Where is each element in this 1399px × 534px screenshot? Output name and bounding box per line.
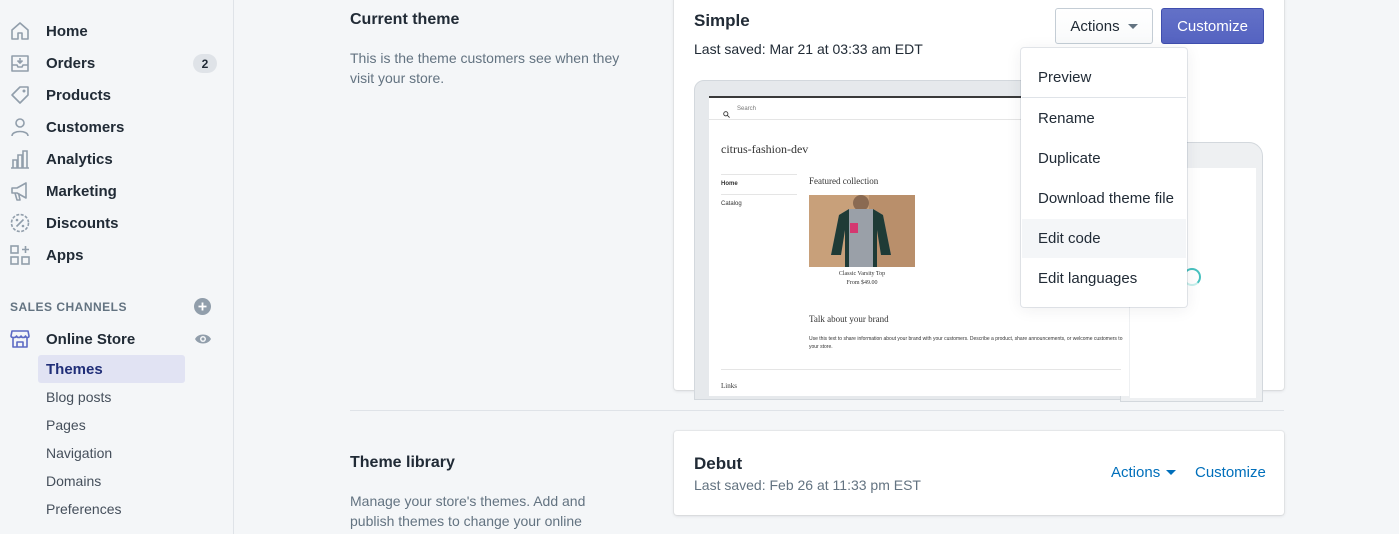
menu-item-rename[interactable]: Rename <box>1022 99 1186 137</box>
bar-chart-icon <box>9 148 31 170</box>
nav-marketing[interactable]: Marketing <box>0 175 233 207</box>
nav-apps[interactable]: Apps <box>0 239 233 271</box>
theme-library-description: Manage your store's themes. Add and publ… <box>350 493 586 529</box>
caret-down-icon <box>1166 470 1177 475</box>
nav-label: Analytics <box>46 150 113 168</box>
menu-item-preview[interactable]: Preview <box>1022 58 1186 96</box>
current-theme-name: Simple <box>694 11 750 30</box>
preview-search: Search <box>737 106 757 112</box>
orders-icon <box>9 52 31 74</box>
nav-label: Orders <box>46 54 96 72</box>
discount-icon <box>9 212 31 234</box>
nav-home[interactable]: Home <box>0 15 233 47</box>
menu-item-edit-languages[interactable]: Edit languages <box>1022 259 1186 297</box>
menu-item-duplicate[interactable]: Duplicate <box>1022 139 1186 177</box>
store-icon <box>9 328 31 350</box>
current-theme-description: This is the theme customers see when the… <box>350 50 620 86</box>
preview-links-divider <box>721 369 1121 370</box>
preview-talk-heading: Talk about your brand <box>809 314 889 324</box>
actions-label: Actions <box>1070 17 1120 35</box>
eye-icon[interactable] <box>194 331 212 347</box>
nav-label: Customers <box>46 118 125 136</box>
caret-down-icon <box>1127 23 1138 29</box>
sub-item-domains[interactable]: Domains <box>38 467 185 495</box>
sub-item-preferences[interactable]: Preferences <box>38 495 185 523</box>
preview-links: Links <box>721 382 737 390</box>
actions-dropdown-button[interactable]: Actions <box>1055 8 1153 44</box>
preview-store-name: citrus-fashion-dev <box>721 142 809 156</box>
preview-featured-heading: Featured collection <box>809 176 879 186</box>
theme-library-heading: Theme library <box>350 454 455 471</box>
nav-analytics[interactable]: Analytics <box>0 143 233 175</box>
sub-item-pages[interactable]: Pages <box>38 411 185 439</box>
person-icon <box>9 116 31 138</box>
library-actions-label: Actions <box>1111 464 1161 481</box>
actions-dropdown-menu: Preview Rename Duplicate Download theme … <box>1021 48 1187 307</box>
search-icon <box>723 105 730 123</box>
add-circle-icon[interactable] <box>194 298 211 315</box>
section-divider <box>350 410 1284 411</box>
nav-customers[interactable]: Customers <box>0 111 233 143</box>
current-theme-last-saved: Last saved: Mar 21 at 03:33 am EDT <box>694 41 923 57</box>
nav-label: Products <box>46 86 112 104</box>
sales-channels-title: SALES CHANNELS <box>10 300 128 314</box>
preview-product-price: From $49.00 <box>846 280 878 286</box>
nav-label: Online Store <box>46 330 136 348</box>
nav-products[interactable]: Products <box>0 79 233 111</box>
sub-item-blog-posts[interactable]: Blog posts <box>38 383 185 411</box>
sub-item-themes[interactable]: Themes <box>38 355 185 383</box>
sidebar: Home Orders 2 Products Customers Analyti… <box>0 0 234 534</box>
preview-nav-home: Home <box>721 174 797 194</box>
preview-product-title: Classic Varsity Top <box>838 271 886 277</box>
library-theme-last-saved: Last saved: Feb 26 at 11:33 pm EST <box>694 477 921 493</box>
nav-label: Discounts <box>46 214 119 232</box>
current-theme-heading: Current theme <box>350 11 460 28</box>
sub-item-navigation[interactable]: Navigation <box>38 439 185 467</box>
tag-icon <box>9 84 31 106</box>
customize-button[interactable]: Customize <box>1161 8 1264 44</box>
preview-product-image <box>809 195 915 267</box>
nav-discounts[interactable]: Discounts <box>0 207 233 239</box>
preview-nav-catalog: Catalog <box>721 194 797 214</box>
library-actions-link[interactable]: Actions <box>1111 464 1177 481</box>
nav-orders[interactable]: Orders 2 <box>0 47 233 79</box>
menu-item-edit-code[interactable]: Edit code <box>1022 219 1186 258</box>
theme-library-card <box>674 431 1284 515</box>
home-icon <box>9 20 31 42</box>
library-theme-name: Debut <box>694 454 743 473</box>
nav-label: Marketing <box>46 182 117 200</box>
preview-talk-text: Use this text to share information about… <box>809 336 1123 350</box>
nav-label: Apps <box>46 246 84 264</box>
orders-count-badge: 2 <box>193 54 217 73</box>
menu-item-download-theme-file[interactable]: Download theme file <box>1022 179 1186 217</box>
megaphone-icon <box>9 180 31 202</box>
library-customize-link[interactable]: Customize <box>1195 464 1266 481</box>
apps-icon <box>9 244 31 266</box>
menu-divider <box>1022 97 1186 98</box>
nav-label: Home <box>46 22 88 40</box>
